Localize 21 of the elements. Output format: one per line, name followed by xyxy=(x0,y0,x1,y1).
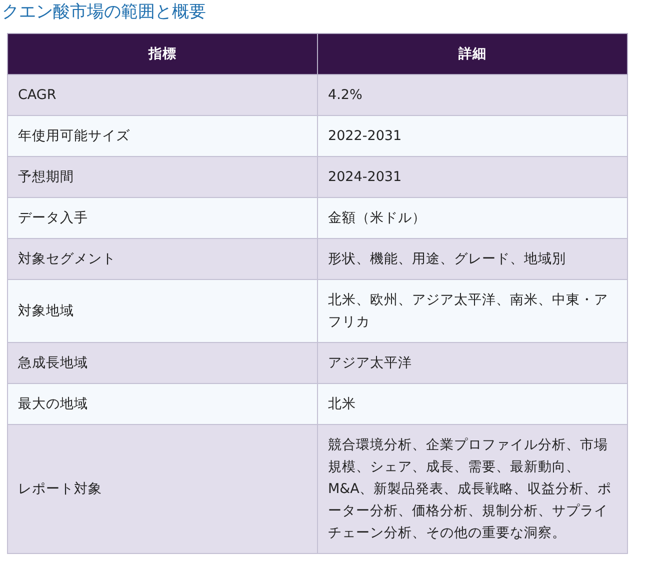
column-header: 詳細 xyxy=(318,34,628,74)
table-cell: レポート対象 xyxy=(8,424,318,554)
table-cell: 2024-2031 xyxy=(318,156,628,198)
column-header: 指標 xyxy=(8,34,318,74)
table-cell: 2022-2031 xyxy=(318,116,628,156)
table-cell: 最大の地域 xyxy=(8,384,318,424)
table-cell: 北米 xyxy=(318,384,628,424)
table-cell: CAGR xyxy=(8,74,318,116)
table-cell: 急成長地域 xyxy=(8,342,318,384)
table-cell: 金額（米ドル） xyxy=(318,198,628,238)
table-cell: 4.2% xyxy=(318,74,628,116)
table-cell: 形状、機能、用途、グレード、地域別 xyxy=(318,238,628,280)
table-cell: 年使用可能サイズ xyxy=(8,116,318,156)
table-cell: アジア太平洋 xyxy=(318,342,628,384)
table-cell: 競合環境分析、企業プロファイル分析、市場規模、シェア、成長、需要、最新動向、M&A、新製品発表、成長戦略、収益分析、ポーター分析、価格分析、規制分析、サプライチェーン分析、その他の重要な洞察。 xyxy=(318,424,628,554)
section-title: クエン酸市場の範囲と概要 xyxy=(2,1,207,24)
table-cell: データ入手 xyxy=(8,198,318,238)
table-cell: 対象セグメント xyxy=(8,238,318,280)
table-cell: 北米、欧州、アジア太平洋、南米、中東・アフリカ xyxy=(318,280,628,342)
table-cell: 予想期間 xyxy=(8,156,318,198)
table-cell: 対象地域 xyxy=(8,280,318,342)
